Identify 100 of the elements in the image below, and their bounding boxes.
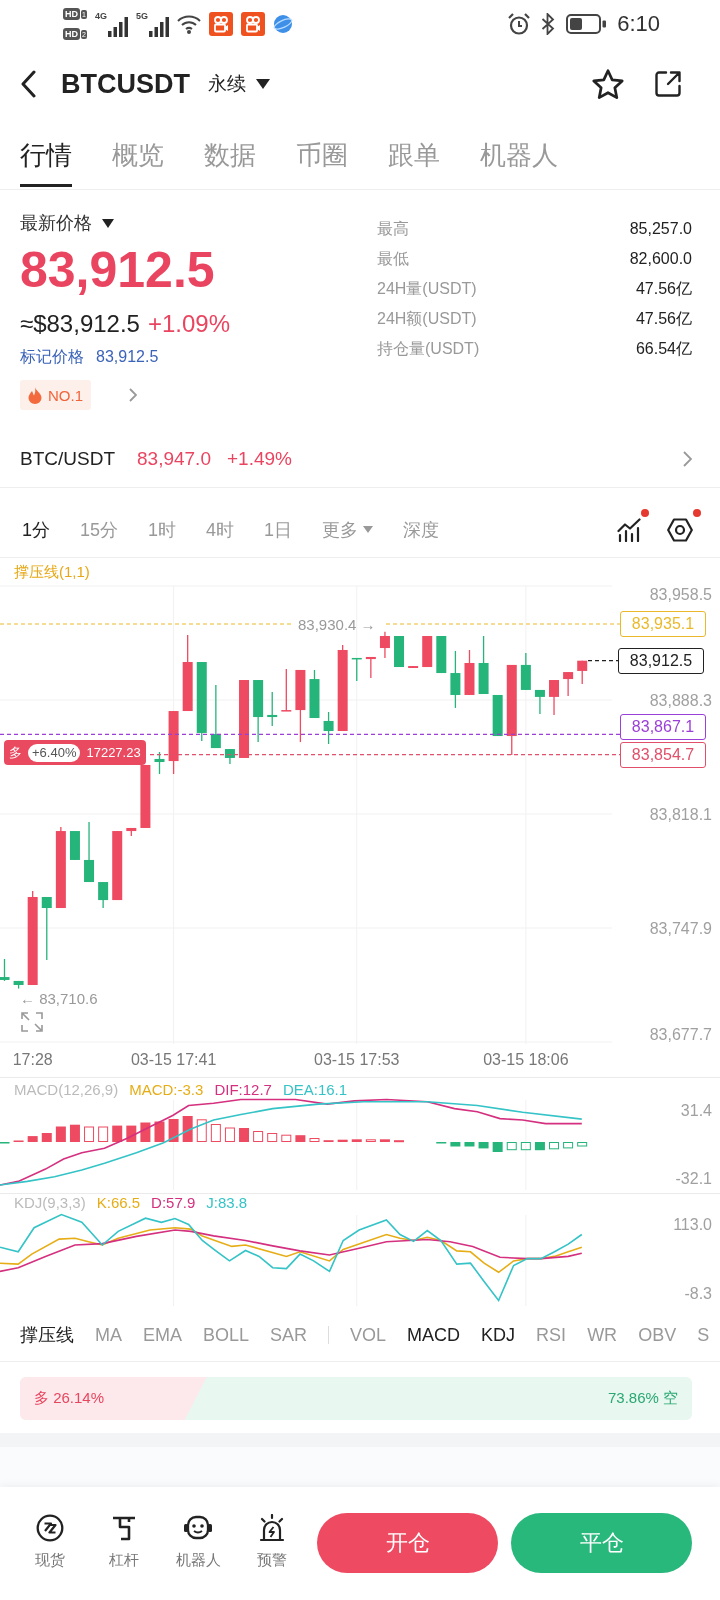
chart-period-tab[interactable]: 1分 (22, 517, 50, 542)
bottom-nav-item[interactable]: 现货 (13, 1514, 87, 1570)
histogram-bar (563, 1142, 574, 1149)
network-type-label: 4G (94, 11, 107, 21)
stat-label: 最低 (377, 249, 409, 269)
candle (126, 827, 137, 837)
chart-period-tab[interactable]: 1时 (148, 517, 177, 542)
share-icon[interactable] (654, 70, 682, 98)
indicator-tab[interactable]: OBV (638, 1322, 677, 1347)
histogram-bar (84, 1126, 95, 1142)
indicator-tab[interactable]: EMA (143, 1322, 182, 1347)
last-price-tag: 83,912.5 (618, 647, 704, 674)
position-tag[interactable]: 多 +6.40% 17227.23 (4, 740, 146, 765)
latest-price-label: 最新价格 (20, 212, 92, 235)
indicator-tab[interactable]: VOL (350, 1322, 387, 1347)
candle (13, 980, 24, 990)
indicator-tab[interactable]: MA (95, 1322, 122, 1347)
stat-label: 24H额(USDT) (377, 309, 477, 329)
candle (534, 689, 545, 715)
histogram-bar (295, 1135, 306, 1142)
usd-price: ≈$83,912.5 (20, 309, 140, 339)
contract-type-dropdown[interactable]: 永续 (208, 71, 270, 97)
tab[interactable]: 行情 (20, 120, 72, 187)
open-position-button[interactable]: 开仓 (317, 1513, 498, 1573)
candle (436, 635, 447, 674)
tab[interactable]: 跟单 (388, 120, 440, 187)
histogram-bar (394, 1140, 404, 1143)
pnl-badge: +6.40% (28, 743, 81, 762)
last-price-leader-line (587, 660, 619, 662)
candle (41, 896, 52, 961)
caret-icon[interactable] (102, 218, 114, 228)
indicator-tab[interactable]: 撑压线 (20, 1322, 74, 1347)
histogram-bar (506, 1142, 517, 1151)
kdj-legend-value: J:83.8 (206, 1194, 248, 1212)
expand-icon[interactable] (21, 1012, 43, 1032)
mark-price-label: 标记价格 (20, 347, 84, 367)
macd-legend-value: DEA:16.1 (282, 1081, 348, 1099)
chevron-right-icon[interactable] (683, 451, 692, 467)
caret-icon (363, 526, 374, 533)
histogram-bar (182, 1116, 193, 1142)
back-icon[interactable] (20, 70, 36, 98)
histogram-bar (267, 1133, 278, 1142)
chart-period-tab[interactable]: 4时 (206, 517, 235, 542)
indicator-tab[interactable]: WR (587, 1322, 618, 1347)
tab[interactable]: 币圈 (296, 120, 348, 187)
candle (309, 669, 320, 719)
star-icon[interactable] (592, 68, 624, 100)
symbol-title: BTCUSDT (61, 68, 190, 100)
leverage-icon (111, 1514, 137, 1542)
histogram-bar (27, 1136, 38, 1142)
candle (323, 711, 334, 745)
indicator-tab[interactable]: BOLL (203, 1322, 250, 1347)
candle (450, 650, 461, 709)
macd-axis-label: 31.4 (680, 1102, 712, 1119)
long-ratio-label: 多 26.14% (34, 1389, 105, 1408)
more-dropdown[interactable]: 更多 (322, 517, 374, 542)
histogram-bar (112, 1125, 123, 1142)
histogram-bar (365, 1139, 376, 1142)
histogram-bar (309, 1138, 320, 1142)
close-position-button[interactable]: 平仓 (511, 1513, 692, 1573)
indicator-tab[interactable]: RSI (536, 1322, 567, 1347)
macd-legend-value: MACD:-3.3 (129, 1081, 204, 1099)
macd-legend-value: DIF:12.7 (214, 1081, 272, 1099)
histogram-bar (55, 1126, 66, 1142)
tab[interactable]: 数据 (204, 120, 256, 187)
chart-period-tab[interactable]: 深度 (403, 517, 440, 542)
mark-price: 83,912.5 (96, 347, 159, 367)
candle (168, 710, 179, 775)
indicator-tab[interactable]: KDJ (481, 1322, 516, 1347)
stat-value: 66.54亿 (635, 339, 692, 359)
chevron-right-icon[interactable] (129, 388, 137, 402)
price-tag: 83,867.1 (620, 713, 706, 740)
indicator-tab[interactable]: S (697, 1322, 710, 1347)
spot-pair-label: BTC/USDT (20, 448, 115, 470)
bottom-nav-item[interactable]: 杠杆 (87, 1514, 161, 1570)
chart-period-tab[interactable]: 15分 (80, 517, 119, 542)
rank-badge[interactable]: NO.1 (20, 380, 91, 410)
settings-icon[interactable] (667, 517, 693, 542)
position-size-label: 17227.23 (86, 745, 141, 760)
price-axis-label: 83,958.5 (649, 586, 712, 603)
indicator-tab[interactable]: SAR (270, 1322, 308, 1347)
histogram-bar (196, 1119, 207, 1142)
bottom-nav-item[interactable]: 预警 (235, 1514, 309, 1570)
tab[interactable]: 机器人 (480, 120, 558, 187)
histogram-bar (253, 1131, 264, 1142)
line-chart-icon[interactable] (617, 517, 641, 542)
indicator-tab[interactable]: MACD (407, 1322, 461, 1347)
tab[interactable]: 概览 (112, 120, 164, 187)
chart-period-tab[interactable]: 1日 (264, 517, 293, 542)
price-axis-label: 83,888.3 (649, 692, 712, 709)
histogram-bar (126, 1125, 137, 1142)
stat-value: 82,600.0 (629, 249, 692, 269)
candle (98, 881, 109, 909)
currency-circle-icon (36, 1514, 64, 1542)
bottom-nav-item[interactable]: 机器人 (161, 1514, 235, 1570)
kdj-axis-label: 113.0 (673, 1216, 712, 1233)
histogram-bar (337, 1139, 348, 1142)
hd-badge: HD (63, 28, 80, 40)
siren-icon (258, 1514, 286, 1542)
spot-price: 83,947.0 (137, 448, 211, 470)
